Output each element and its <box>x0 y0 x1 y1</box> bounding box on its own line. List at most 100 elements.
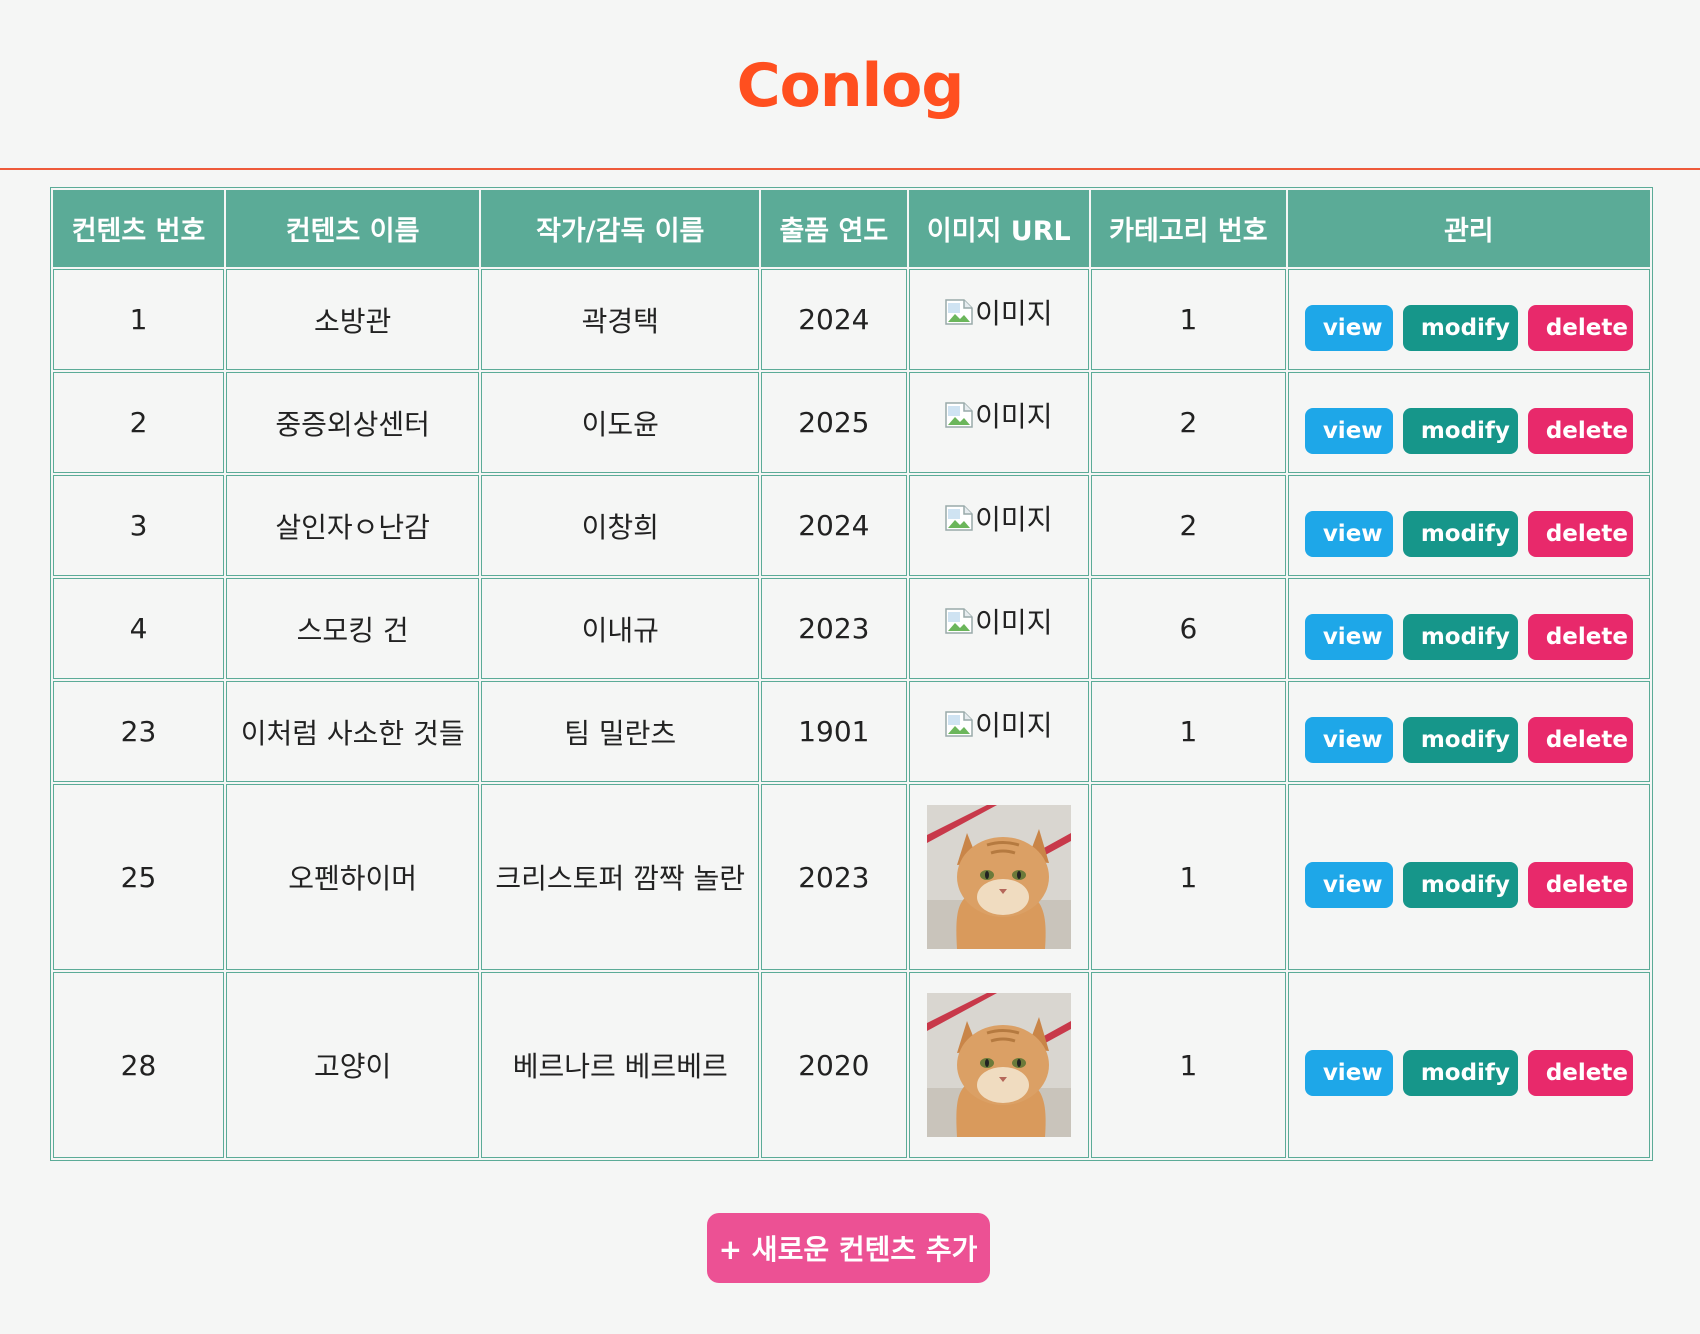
cell-image: 이미지 <box>908 681 1090 782</box>
view-button[interactable]: view <box>1304 862 1393 908</box>
page-header: Conlog <box>0 0 1700 170</box>
content-table: 컨텐츠 번호 컨텐츠 이름 작가/감독 이름 출품 연도 이미지 URL 카테고… <box>50 187 1653 1161</box>
cell-image: 이미지 <box>908 475 1090 576</box>
header-author-name: 작가/감독 이름 <box>481 190 760 267</box>
cell-content-name: 중증외상센터 <box>226 372 480 473</box>
broken-image-icon <box>945 401 973 428</box>
table-row: 28 고양이 베르나르 베르베르 2020 1 view modify delete <box>53 972 1650 1158</box>
cell-actions: view modify delete <box>1287 475 1650 576</box>
cell-content-name: 이처럼 사소한 것들 <box>226 681 480 782</box>
cell-year: 2020 <box>761 972 907 1158</box>
cell-author-name: 곽경택 <box>481 269 760 370</box>
cell-image <box>908 972 1090 1158</box>
row-actions: view modify delete <box>1289 862 1649 908</box>
delete-button[interactable]: delete <box>1527 613 1633 660</box>
image-alt-text: 이미지 <box>975 296 1053 330</box>
broken-image: 이미지 <box>945 498 1052 538</box>
broken-image: 이미지 <box>945 292 1052 332</box>
cell-author-name: 크리스토퍼 깜짝 놀란 <box>481 784 760 970</box>
table-body: 1 소방관 곽경택 2024 이미지 1 view modify delete 2 중증외상센터 이도… <box>53 269 1650 1158</box>
image-alt-text: 이미지 <box>975 502 1053 536</box>
cell-content-id: 23 <box>53 681 224 782</box>
cell-image: 이미지 <box>908 269 1090 370</box>
image-alt-text: 이미지 <box>975 708 1053 742</box>
modify-button[interactable]: modify <box>1402 862 1518 908</box>
broken-image: 이미지 <box>945 601 1052 641</box>
cell-content-id: 4 <box>53 578 224 679</box>
delete-button[interactable]: delete <box>1527 1050 1633 1096</box>
broken-image: 이미지 <box>945 704 1052 744</box>
header-category-id: 카테고리 번호 <box>1091 190 1286 267</box>
cell-year: 2025 <box>761 372 907 473</box>
table-header-row: 컨텐츠 번호 컨텐츠 이름 작가/감독 이름 출품 연도 이미지 URL 카테고… <box>53 190 1650 267</box>
cell-year: 2023 <box>761 784 907 970</box>
image-alt-text: 이미지 <box>975 605 1053 639</box>
cell-content-id: 1 <box>53 269 224 370</box>
cell-content-name: 오펜하이머 <box>226 784 480 970</box>
cell-author-name: 이도윤 <box>481 372 760 473</box>
add-content-button[interactable]: + 새로운 컨텐츠 추가 <box>706 1213 990 1283</box>
cell-actions: view modify delete <box>1287 372 1650 473</box>
modify-button[interactable]: modify <box>1402 613 1518 660</box>
cell-author-name: 이창희 <box>481 475 760 576</box>
cell-year: 2024 <box>761 269 907 370</box>
broken-image-icon <box>945 607 973 634</box>
cell-year: 2023 <box>761 578 907 679</box>
cell-image <box>908 784 1090 970</box>
view-button[interactable]: view <box>1304 407 1393 454</box>
row-actions: view modify delete <box>1289 304 1649 351</box>
delete-button[interactable]: delete <box>1527 716 1633 763</box>
modify-button[interactable]: modify <box>1402 510 1518 557</box>
cat-photo-thumbnail <box>926 993 1071 1137</box>
cell-actions: view modify delete <box>1287 578 1650 679</box>
modify-button[interactable]: modify <box>1402 1050 1518 1096</box>
row-actions: view modify delete <box>1289 510 1649 557</box>
add-button-wrap: + 새로운 컨텐츠 추가 <box>0 1213 1700 1283</box>
delete-button[interactable]: delete <box>1527 510 1633 557</box>
broken-image: 이미지 <box>945 395 1052 435</box>
app-title: Conlog <box>736 51 965 121</box>
row-actions: view modify delete <box>1289 613 1649 660</box>
modify-button[interactable]: modify <box>1402 304 1518 351</box>
header-manage: 관리 <box>1287 190 1650 267</box>
cell-actions: view modify delete <box>1287 269 1650 370</box>
header-year: 출품 연도 <box>761 190 907 267</box>
cell-year: 1901 <box>761 681 907 782</box>
header-content-name: 컨텐츠 이름 <box>226 190 480 267</box>
broken-image-icon <box>945 710 973 737</box>
delete-button[interactable]: delete <box>1527 304 1633 351</box>
cell-actions: view modify delete <box>1287 972 1650 1158</box>
view-button[interactable]: view <box>1304 510 1393 557</box>
cell-actions: view modify delete <box>1287 681 1650 782</box>
row-actions: view modify delete <box>1289 716 1649 763</box>
view-button[interactable]: view <box>1304 716 1393 763</box>
cell-author-name: 팀 밀란츠 <box>481 681 760 782</box>
delete-button[interactable]: delete <box>1527 407 1633 454</box>
header-image-url: 이미지 URL <box>908 190 1090 267</box>
cell-author-name: 이내규 <box>481 578 760 679</box>
view-button[interactable]: view <box>1304 613 1393 660</box>
table-row: 25 오펜하이머 크리스토퍼 깜짝 놀란 2023 1 view modify delete <box>53 784 1650 970</box>
modify-button[interactable]: modify <box>1402 407 1518 454</box>
delete-button[interactable]: delete <box>1527 862 1633 908</box>
cell-category-id: 6 <box>1091 578 1286 679</box>
table-row: 3 살인자ㅇ난감 이창희 2024 이미지 2 view modify delete <box>53 475 1650 576</box>
image-alt-text: 이미지 <box>975 399 1053 433</box>
cell-content-name: 살인자ㅇ난감 <box>226 475 480 576</box>
broken-image-icon <box>945 504 973 531</box>
cell-content-name: 고양이 <box>226 972 480 1158</box>
cell-category-id: 1 <box>1091 784 1286 970</box>
cell-year: 2024 <box>761 475 907 576</box>
cell-category-id: 1 <box>1091 269 1286 370</box>
cell-image: 이미지 <box>908 578 1090 679</box>
table-row: 23 이처럼 사소한 것들 팀 밀란츠 1901 이미지 1 view modify delet… <box>53 681 1650 782</box>
row-actions: view modify delete <box>1289 1050 1649 1096</box>
cell-author-name: 베르나르 베르베르 <box>481 972 760 1158</box>
cell-category-id: 1 <box>1091 972 1286 1158</box>
cell-content-id: 3 <box>53 475 224 576</box>
view-button[interactable]: view <box>1304 1050 1393 1096</box>
cat-photo-thumbnail <box>926 805 1071 949</box>
modify-button[interactable]: modify <box>1402 716 1518 763</box>
view-button[interactable]: view <box>1304 304 1393 351</box>
cell-content-id: 25 <box>53 784 224 970</box>
